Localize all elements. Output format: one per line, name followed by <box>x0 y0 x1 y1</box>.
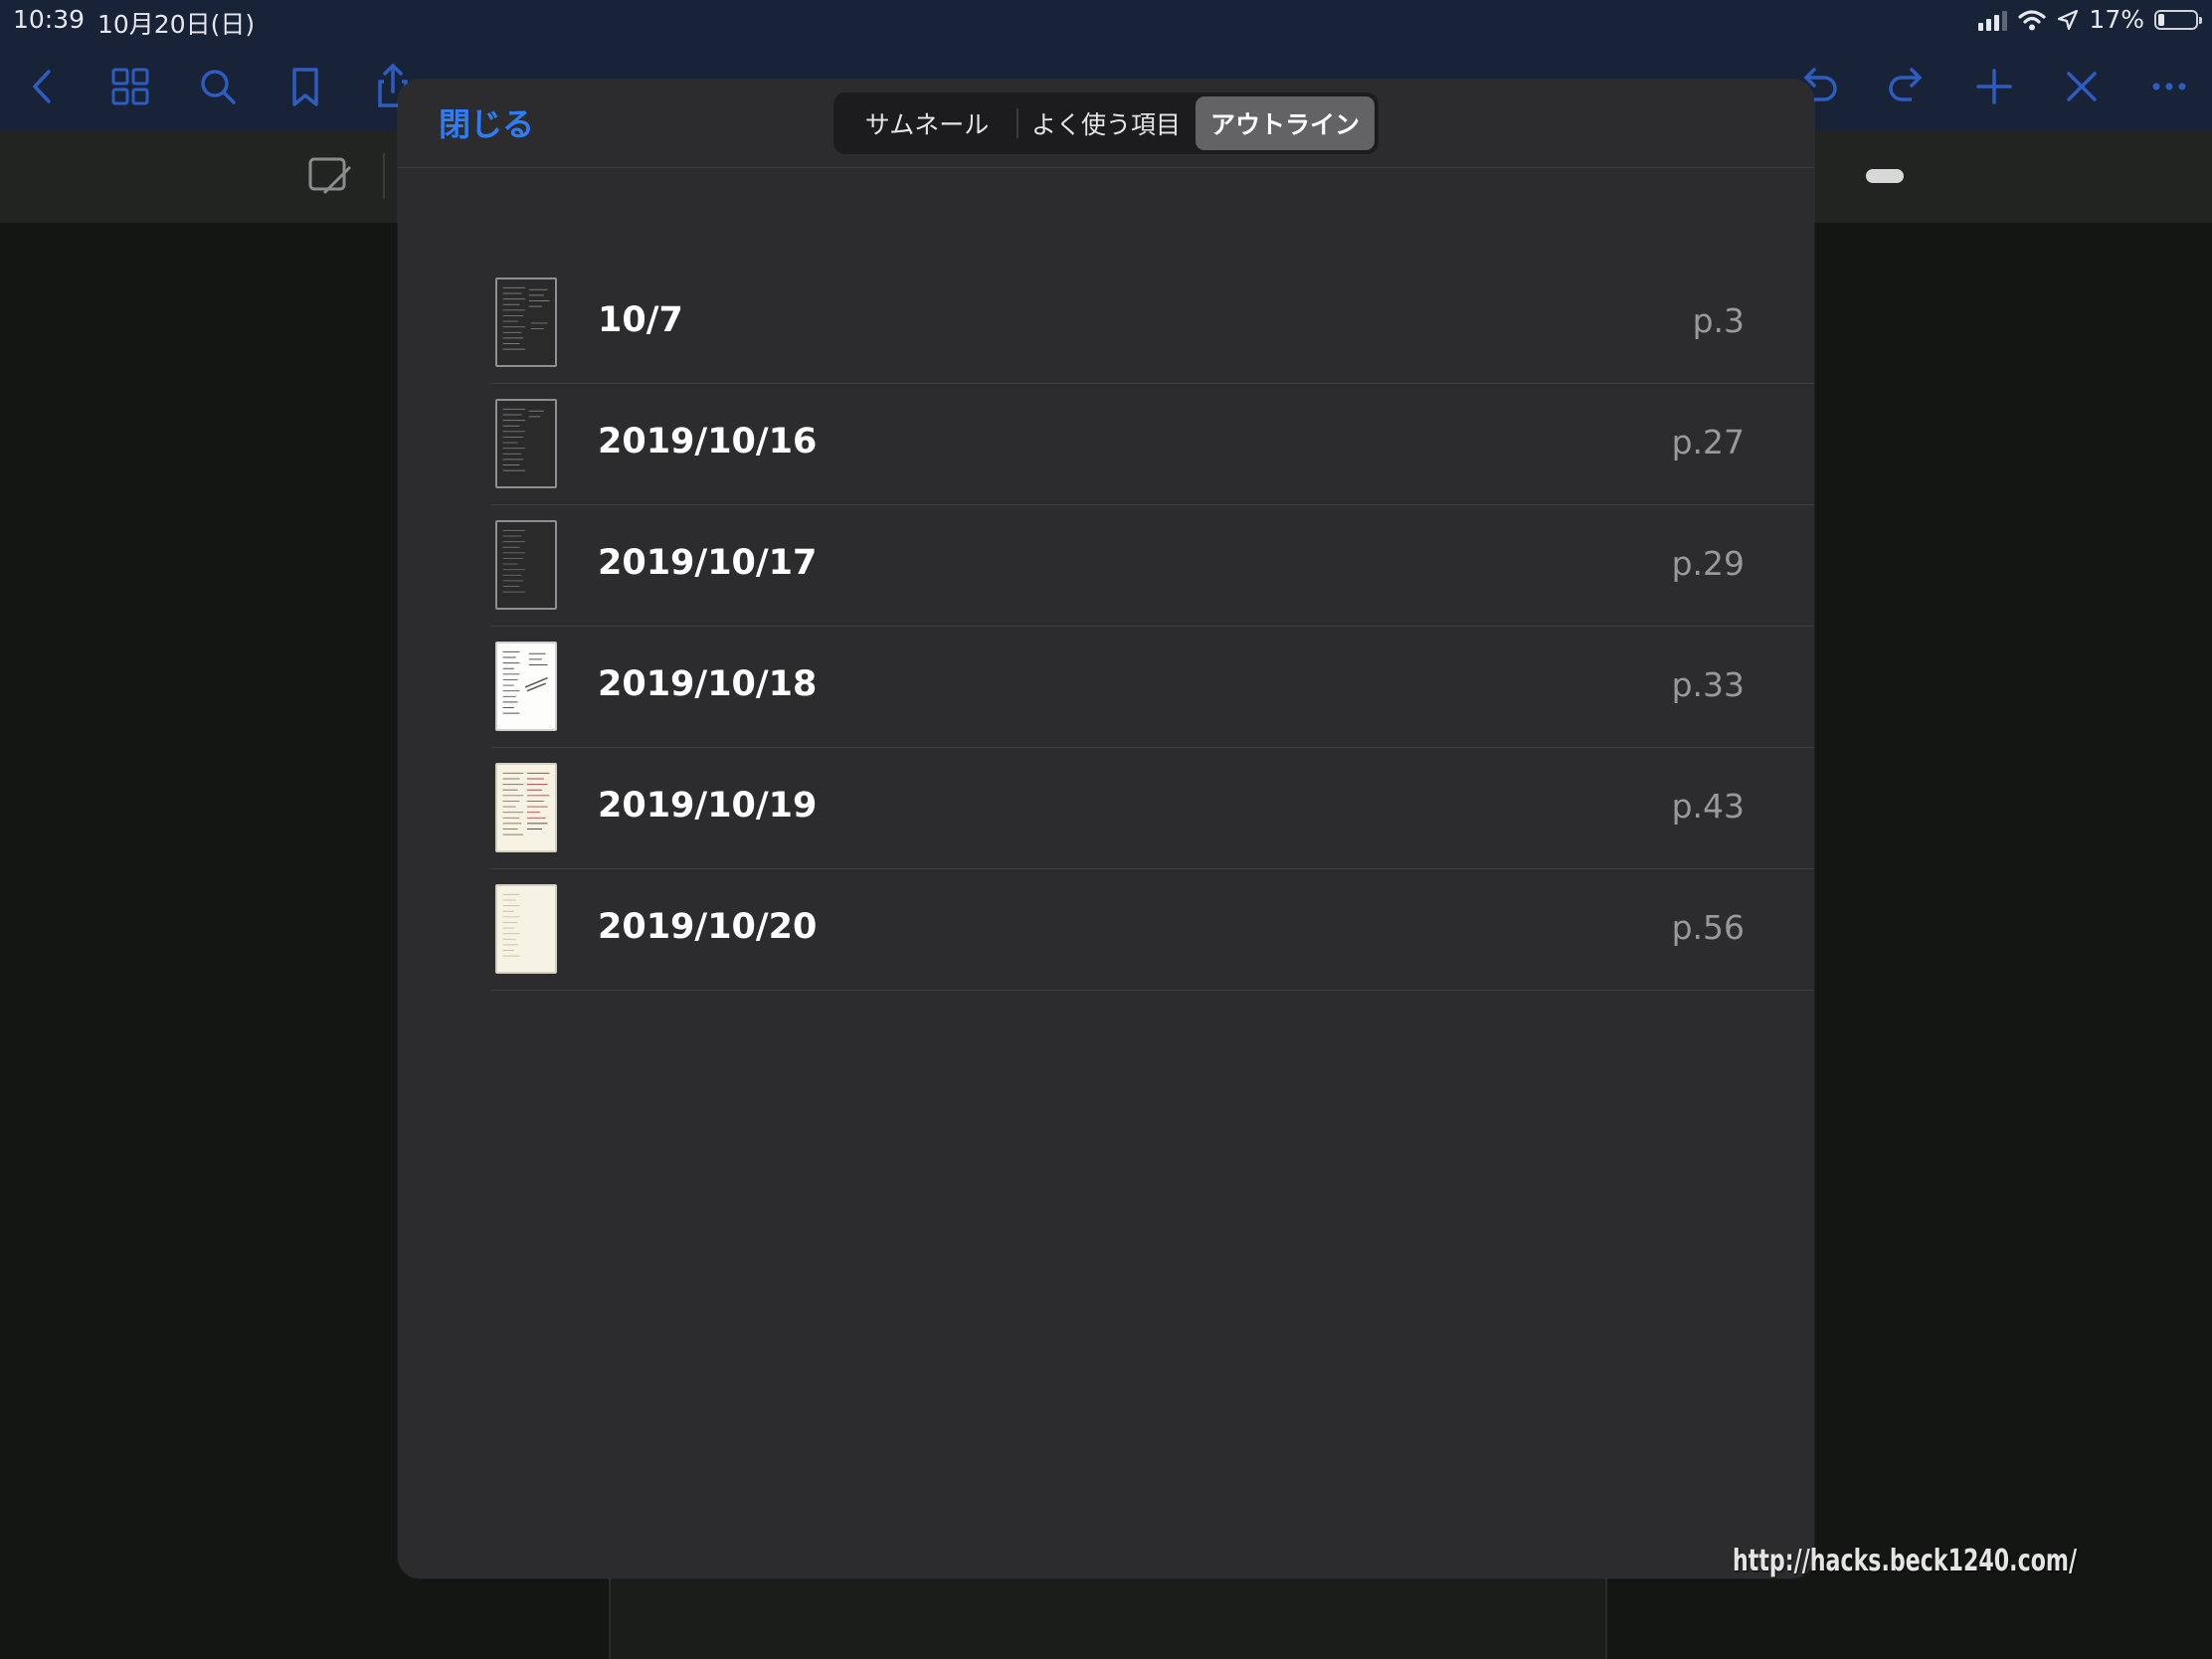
lasso-tool-icon[interactable] <box>306 153 354 199</box>
location-icon <box>2058 9 2079 30</box>
status-right: 17% <box>1978 5 2202 34</box>
tab-outline[interactable]: アウトライン <box>1196 96 1375 150</box>
status-date: 10月20日(日) <box>97 10 256 39</box>
outline-title: 2019/10/19 <box>598 786 818 826</box>
back-icon[interactable] <box>16 60 70 113</box>
tab-thumbnails[interactable]: サムネール <box>837 96 1016 150</box>
outline-page: p.43 <box>1671 787 1745 826</box>
status-time: 10:39 <box>13 5 86 34</box>
outline-item[interactable]: 2019/10/16 p.27 <box>491 384 1814 505</box>
page-thumbnail <box>495 520 557 610</box>
sheet-header: 閉じる サムネール よく使う項目 アウトライン <box>398 80 1814 168</box>
page-thumbnail <box>495 642 557 731</box>
view-segmented-control: サムネール よく使う項目 アウトライン <box>833 92 1379 154</box>
outline-page: p.29 <box>1671 544 1745 583</box>
outline-item[interactable]: 2019/10/18 p.33 <box>491 627 1814 748</box>
page-thumbnail <box>495 884 557 974</box>
tab-favorites[interactable]: よく使う項目 <box>1016 96 1196 150</box>
wifi-icon <box>2018 9 2047 30</box>
status-bar: 10:39 10月20日(日) 17% <box>0 0 2212 42</box>
close-pen-icon[interactable] <box>2055 60 2109 113</box>
color-pill[interactable] <box>1866 169 1904 183</box>
redo-icon[interactable] <box>1880 60 1934 113</box>
outline-item[interactable]: 2019/10/20 p.56 <box>491 869 1814 991</box>
outline-title: 2019/10/18 <box>598 664 818 704</box>
outline-page: p.3 <box>1692 301 1745 340</box>
watermark-text: http://hacks.beck1240.com/ <box>1733 1544 2078 1578</box>
outline-page: p.33 <box>1671 665 1745 704</box>
outline-title: 2019/10/17 <box>598 543 818 583</box>
bookmark-icon[interactable] <box>278 60 332 113</box>
battery-icon <box>2154 9 2202 30</box>
search-icon[interactable] <box>191 60 245 113</box>
toolbar-divider <box>383 153 385 199</box>
outline-item[interactable]: 10/7 p.3 <box>491 263 1814 384</box>
page-thumbnail <box>495 763 557 852</box>
outline-item[interactable]: 2019/10/19 p.43 <box>491 748 1814 869</box>
outline-sheet: 閉じる サムネール よく使う項目 アウトライン 10/7 p.3 2019/10… <box>398 80 1814 1578</box>
outline-title: 2019/10/16 <box>598 422 818 461</box>
outline-item[interactable]: 2019/10/17 p.29 <box>491 505 1814 627</box>
outline-title: 10/7 <box>598 300 683 340</box>
outline-page: p.27 <box>1671 423 1745 461</box>
add-icon[interactable] <box>1967 60 2021 113</box>
page-thumbnail <box>495 399 557 488</box>
close-button[interactable]: 閉じる <box>439 99 534 145</box>
battery-percent: 17% <box>2089 5 2144 34</box>
signal-icon <box>1978 9 2008 31</box>
outline-list: 10/7 p.3 2019/10/16 p.27 2019/10/17 p.29… <box>491 263 1814 991</box>
grid-icon[interactable] <box>103 60 157 113</box>
notebook-page <box>609 1571 1607 1659</box>
outline-title: 2019/10/20 <box>598 907 818 947</box>
page-thumbnail <box>495 277 557 367</box>
more-icon[interactable] <box>2142 60 2196 113</box>
outline-page: p.56 <box>1671 908 1745 947</box>
